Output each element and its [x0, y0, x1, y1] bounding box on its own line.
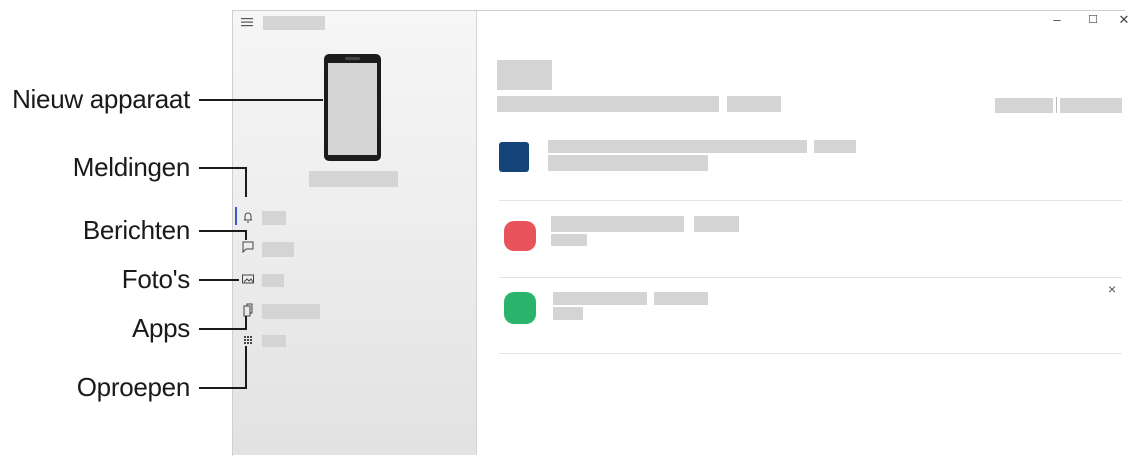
callout-line — [199, 328, 247, 330]
subtitle-link-placeholder[interactable] — [727, 96, 781, 112]
callout-line — [199, 230, 247, 232]
callout-apps: Apps — [131, 313, 190, 343]
image-icon — [242, 274, 254, 284]
header-action-separator — [1056, 97, 1057, 113]
subtitle-placeholder — [497, 96, 719, 112]
nav-label-placeholder — [262, 211, 286, 225]
hamburger-menu-icon[interactable] — [240, 16, 254, 28]
minimize-button[interactable]: – — [1048, 11, 1066, 29]
callout-line — [245, 346, 247, 389]
callout-line — [199, 167, 247, 169]
callout-messages: Berichten — [82, 215, 190, 245]
chat-bubble-icon — [242, 241, 254, 254]
notification-title-placeholder — [551, 216, 684, 232]
callout-line — [199, 387, 247, 389]
app-icon — [504, 292, 536, 324]
callout-line — [199, 99, 323, 101]
close-button[interactable]: ✕ — [1115, 11, 1133, 29]
notification-time-placeholder — [654, 292, 708, 305]
device-image — [324, 54, 381, 161]
callout-line — [245, 230, 247, 240]
dialpad-icon — [244, 336, 252, 344]
notification-body-placeholder — [551, 234, 587, 246]
nav-label-placeholder — [262, 304, 320, 319]
active-indicator — [235, 207, 237, 225]
callout-calls: Oproepen — [76, 372, 191, 402]
nav-label-placeholder — [262, 274, 284, 287]
callout-line — [245, 316, 247, 330]
page-title-placeholder — [497, 60, 552, 90]
apps-icon — [243, 303, 253, 317]
divider — [499, 200, 1122, 201]
header-action-2[interactable] — [1060, 98, 1122, 113]
header-action-1[interactable] — [995, 98, 1053, 113]
notification-body-placeholder — [548, 155, 708, 171]
maximize-button[interactable]: ☐ — [1084, 11, 1102, 29]
divider — [499, 353, 1122, 354]
callout-line — [199, 279, 239, 281]
notification-body-placeholder — [553, 307, 583, 320]
dismiss-notification-button[interactable]: × — [1108, 281, 1116, 297]
callout-line — [245, 167, 247, 197]
callout-photos: Foto's — [121, 264, 191, 294]
callout-new-device: Nieuw apparaat — [12, 84, 190, 114]
callout-notifications: Meldingen — [72, 152, 191, 182]
app-title-placeholder — [263, 16, 325, 30]
app-icon — [499, 142, 529, 172]
notification-time-placeholder — [814, 140, 856, 153]
app-icon — [504, 221, 536, 251]
nav-label-placeholder — [262, 242, 294, 257]
divider — [499, 277, 1122, 278]
nav-label-placeholder — [262, 335, 286, 347]
bell-icon — [244, 212, 252, 223]
notification-title-placeholder — [548, 140, 807, 153]
device-name-placeholder — [309, 171, 398, 187]
notification-time-placeholder — [694, 216, 739, 232]
notification-title-placeholder — [553, 292, 647, 305]
